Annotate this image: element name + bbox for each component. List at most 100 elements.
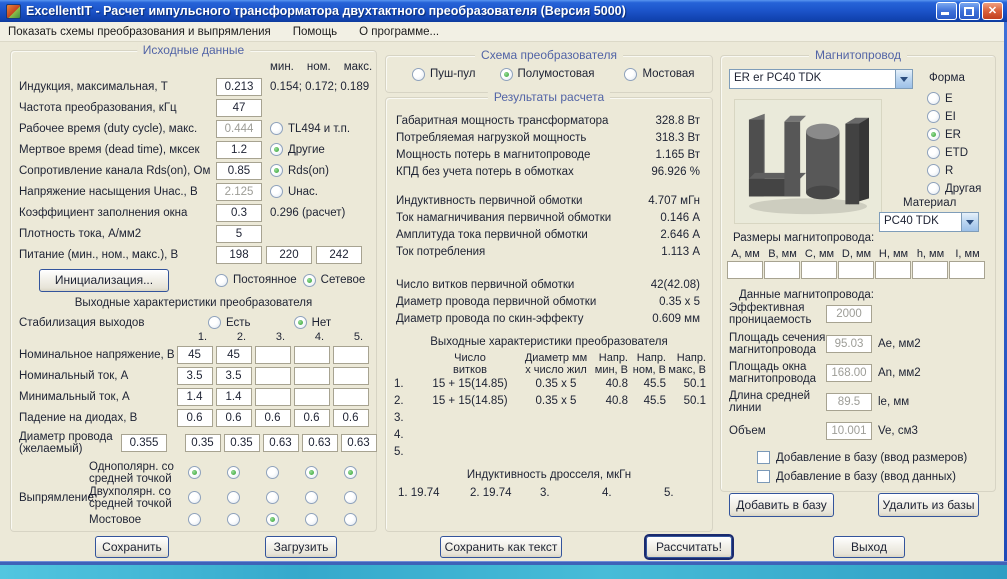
unipolar-radio-4[interactable] (305, 466, 318, 479)
bipolar-radio-1[interactable] (188, 491, 201, 504)
nominal-voltage-input-1[interactable]: 45 (176, 345, 213, 364)
bridge-scheme-radio[interactable] (624, 67, 638, 81)
menu-help[interactable]: Помощь (293, 26, 337, 38)
nominal-current-input-3[interactable] (254, 366, 291, 385)
frequency-input[interactable]: 47 (216, 98, 262, 117)
dim-i-input[interactable] (949, 261, 985, 279)
maximize-button[interactable] (959, 2, 980, 20)
chevron-down-icon[interactable] (895, 70, 912, 88)
bridge-radio-2[interactable] (227, 513, 240, 526)
add-db-dims-checkbox[interactable] (757, 451, 770, 464)
exit-button[interactable]: Выход (833, 536, 905, 558)
save-as-text-button[interactable]: Сохранить как текст (440, 536, 562, 558)
dim-h-input[interactable] (875, 261, 911, 279)
current-density-input[interactable]: 5 (216, 224, 262, 243)
diode-drop-input-1[interactable]: 0.6 (176, 408, 213, 427)
diode-drop-input-3[interactable]: 0.6 (254, 408, 291, 427)
supply-nom-input[interactable]: 220 (266, 245, 312, 264)
add-db-data-checkbox[interactable] (757, 470, 770, 483)
row-rds-on: Сопротивление канала Rds(on), Ом 0.85 Rd… (11, 160, 376, 181)
core-type-select[interactable]: ER er PC40 TDK (729, 69, 913, 89)
shape-er-radio[interactable] (927, 128, 940, 141)
add-to-db-button[interactable]: Добавить в базу (729, 493, 834, 517)
diode-drop-input-5[interactable]: 0.6 (332, 408, 369, 427)
shape-etd-radio[interactable] (927, 146, 940, 159)
minimize-button[interactable] (936, 2, 957, 20)
nominal-voltage-input-2[interactable]: 45 (215, 345, 252, 364)
half-bridge-radio[interactable] (499, 67, 513, 81)
duty-cycle-label: Рабочее время (duty cycle), макс. (19, 122, 198, 135)
bridge-radio-3[interactable] (266, 513, 279, 526)
shape-e-radio[interactable] (927, 92, 940, 105)
minimal-current-input-4[interactable] (293, 387, 330, 406)
wire-diameter-input-2[interactable]: 0.35 (223, 434, 260, 452)
save-button[interactable]: Сохранить (95, 536, 169, 558)
unipolar-radio-1[interactable] (188, 466, 201, 479)
usat-radio[interactable] (270, 185, 283, 198)
tl494-radio[interactable] (270, 122, 283, 135)
dim-b-input[interactable] (764, 261, 800, 279)
calculate-button[interactable]: Рассчитать! (644, 534, 734, 560)
bipolar-radio-3[interactable] (266, 491, 279, 504)
nominal-current-input-2[interactable]: 3.5 (215, 366, 252, 385)
induction-input[interactable]: 0.213 (216, 77, 262, 96)
load-button[interactable]: Загрузить (265, 536, 337, 558)
dim-c-input[interactable] (801, 261, 837, 279)
unipolar-radio-5[interactable] (344, 466, 357, 479)
nominal-current-input-1[interactable]: 3.5 (176, 366, 213, 385)
minimal-current-input-5[interactable] (332, 387, 369, 406)
shape-ei-radio[interactable] (927, 110, 940, 123)
wire-diameter-input-4[interactable]: 0.63 (301, 434, 338, 452)
wire-diameter-input-5[interactable]: 0.63 (340, 434, 377, 452)
remove-from-db-button[interactable]: Удалить из базы (878, 493, 979, 517)
wire-diameter-main-input[interactable]: 0.355 (121, 434, 167, 452)
dead-time-input[interactable]: 1.2 (216, 140, 262, 159)
supply-dc-radio[interactable] (215, 273, 228, 287)
push-pull-radio[interactable] (412, 67, 425, 81)
supply-mains-radio[interactable] (302, 273, 316, 287)
stab-yes-radio[interactable] (208, 316, 221, 329)
minimal-current-input-1[interactable]: 1.4 (176, 387, 213, 406)
minimal-current-input-2[interactable]: 1.4 (215, 387, 252, 406)
chevron-down-icon[interactable] (961, 213, 978, 231)
frequency-label: Частота преобразования, кГц (19, 101, 177, 114)
fill-factor-input[interactable]: 0.3 (216, 203, 262, 222)
nominal-voltage-input-5[interactable] (332, 345, 369, 364)
shape-other-radio[interactable] (927, 182, 940, 195)
rds-on-input[interactable]: 0.85 (216, 161, 262, 180)
menu-about[interactable]: О программе... (359, 26, 439, 38)
wire-diameter-input-3[interactable]: 0.63 (262, 434, 299, 452)
supply-max-input[interactable]: 242 (316, 245, 362, 264)
shape-r-radio[interactable] (927, 164, 940, 177)
other-drivers-radio[interactable] (270, 143, 283, 156)
bipolar-radio-4[interactable] (305, 491, 318, 504)
bipolar-radio-2[interactable] (227, 491, 240, 504)
dim-d-input[interactable] (838, 261, 874, 279)
bridge-radio-1[interactable] (188, 513, 201, 526)
diode-drop-input-4[interactable]: 0.6 (293, 408, 330, 427)
unipolar-radio-3[interactable] (266, 466, 279, 479)
add-db-dims-row: Добавление в базу (ввод размеров) (757, 451, 967, 464)
nominal-voltage-input-4[interactable] (293, 345, 330, 364)
diode-drop-input-2[interactable]: 0.6 (215, 408, 252, 427)
nominal-current-input-5[interactable] (332, 366, 369, 385)
initialization-button[interactable]: Инициализация... (39, 268, 169, 292)
minimal-current-input-3[interactable] (254, 387, 291, 406)
stab-no-radio[interactable] (293, 316, 307, 329)
duty-cycle-input: 0.444 (216, 119, 262, 138)
wire-diameter-input-1[interactable]: 0.35 (184, 434, 221, 452)
menu-show-schemes[interactable]: Показать схемы преобразования и выпрямле… (8, 26, 271, 38)
bipolar-radio-5[interactable] (344, 491, 357, 504)
nominal-voltage-input-3[interactable] (254, 345, 291, 364)
bridge-radio-5[interactable] (344, 513, 357, 526)
result-row: Индуктивность первичной обмотки 4.707 мГн (396, 195, 700, 207)
bridge-radio-4[interactable] (305, 513, 318, 526)
dim-h2-input[interactable] (912, 261, 948, 279)
rds-on-radio[interactable] (270, 164, 283, 177)
material-select[interactable]: PC40 TDK (879, 212, 979, 232)
nominal-current-input-4[interactable] (293, 366, 330, 385)
dim-a-input[interactable] (727, 261, 763, 279)
unipolar-radio-2[interactable] (227, 466, 240, 479)
supply-min-input[interactable]: 198 (216, 245, 262, 264)
close-button[interactable]: ✕ (982, 2, 1003, 20)
